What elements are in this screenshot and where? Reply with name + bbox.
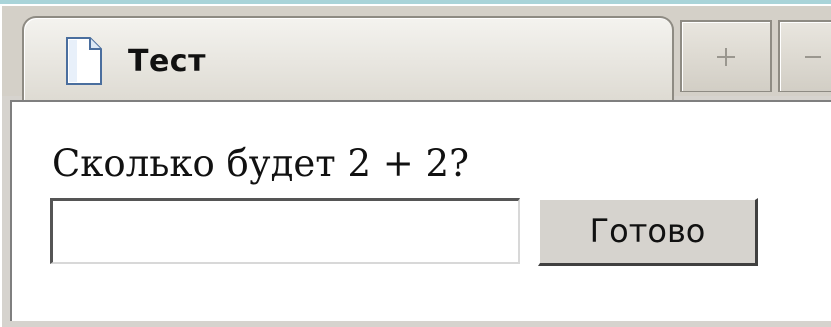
tab-test[interactable]: Тест (22, 16, 674, 100)
tab-strip: Тест (2, 6, 831, 100)
page-content: Сколько будет 2 + 2? Готово (10, 100, 831, 321)
tab-title: Тест (128, 44, 206, 79)
submit-button[interactable]: Готово (538, 198, 758, 266)
new-tab-button[interactable] (680, 20, 772, 92)
browser-window: Тест Сколько будет 2 + 2? Готово (0, 4, 831, 327)
answer-input[interactable] (50, 198, 520, 264)
document-icon (64, 36, 104, 86)
tab-menu-button[interactable] (778, 20, 831, 92)
plus-icon (714, 41, 738, 71)
question-text: Сколько будет 2 + 2? (52, 142, 469, 185)
minus-icon (803, 41, 823, 71)
